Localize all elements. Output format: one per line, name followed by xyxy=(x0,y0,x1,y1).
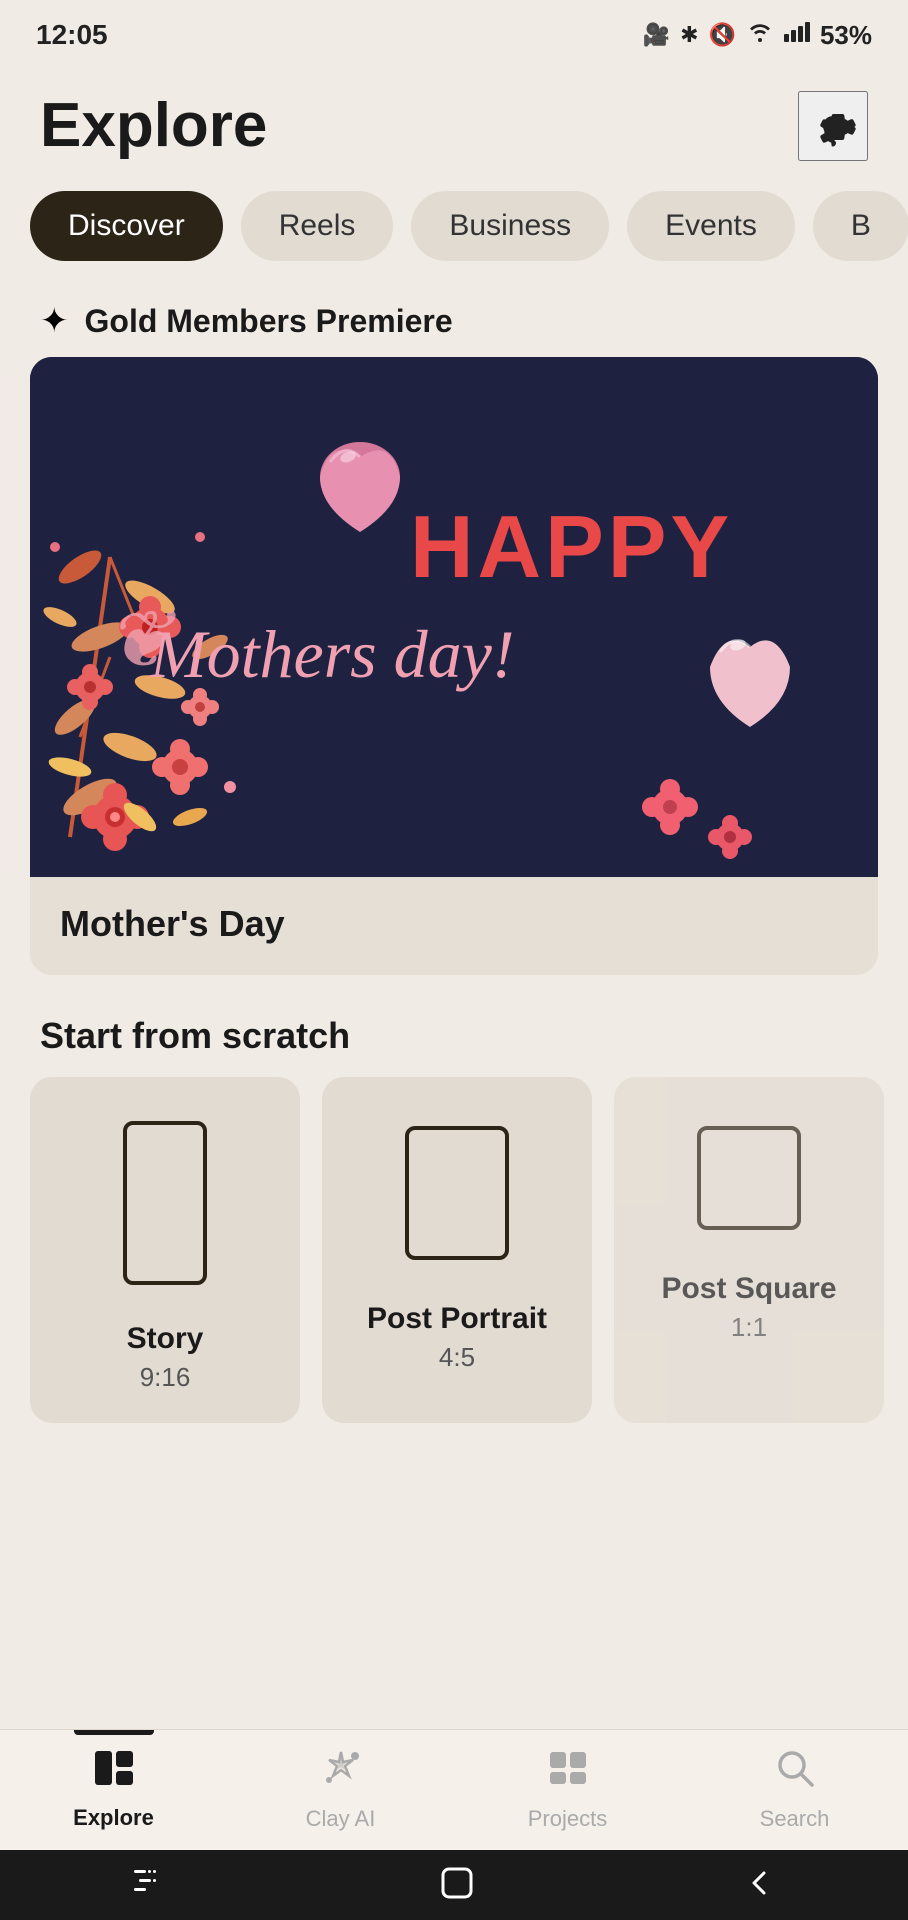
back-button[interactable] xyxy=(744,1868,774,1903)
post-portrait-shape-icon xyxy=(392,1113,522,1278)
projects-nav-icon xyxy=(546,1748,590,1798)
page-title: Explore xyxy=(40,90,267,161)
tab-business[interactable]: Business xyxy=(411,191,609,261)
post-portrait-ratio: 4:5 xyxy=(439,1342,475,1373)
home-button[interactable] xyxy=(439,1865,475,1906)
status-icons: 🎥 ✱ 🔇 53% xyxy=(643,20,872,51)
square-ratio: 1:1 xyxy=(731,1312,767,1343)
battery-text: 53% xyxy=(820,20,872,51)
featured-image: HAPPY Mothers day! ❦ xyxy=(30,357,878,877)
status-bar: 12:05 🎥 ✱ 🔇 53% xyxy=(0,0,908,70)
projects-nav-label: Projects xyxy=(528,1806,607,1832)
mute-icon: 🔇 xyxy=(709,22,736,48)
svg-text:❦: ❦ xyxy=(105,597,176,685)
gold-section-header: ✦ Gold Members Premiere xyxy=(0,281,908,357)
camera-icon: 🎥 xyxy=(643,22,670,48)
story-shape-icon xyxy=(105,1113,225,1298)
story-label: Story xyxy=(127,1322,204,1356)
story-ratio: 9:16 xyxy=(140,1362,191,1393)
wifi-icon xyxy=(746,21,774,49)
scratch-section-title: Start from scratch xyxy=(0,985,908,1077)
nav-item-clay-ai[interactable]: Clay AI xyxy=(227,1730,454,1850)
gold-section-title: Gold Members Premiere xyxy=(85,303,453,340)
nav-item-projects[interactable]: Projects xyxy=(454,1730,681,1850)
category-tabs: Discover Reels Business Events B xyxy=(0,181,908,281)
nav-items-row: Explore Clay AI xyxy=(0,1730,908,1850)
bottom-navigation: Explore Clay AI xyxy=(0,1729,908,1920)
scratch-cards-row: Story 9:16 Post Portrait 4:5 Post Square… xyxy=(0,1077,908,1463)
nav-item-explore[interactable]: Explore xyxy=(0,1730,227,1850)
clay-ai-nav-label: Clay AI xyxy=(306,1806,376,1832)
signal-icon xyxy=(784,22,810,48)
tab-discover[interactable]: Discover xyxy=(30,191,223,261)
page-header: Explore xyxy=(0,70,908,181)
search-nav-label: Search xyxy=(760,1806,830,1832)
clay-ai-nav-icon xyxy=(319,1748,363,1798)
gear-icon xyxy=(807,100,859,152)
settings-button[interactable] xyxy=(798,91,868,161)
search-nav-icon xyxy=(775,1748,815,1798)
explore-nav-label: Explore xyxy=(73,1805,154,1831)
status-time: 12:05 xyxy=(36,19,108,51)
tab-more[interactable]: B xyxy=(813,191,908,261)
explore-nav-icon xyxy=(93,1749,135,1797)
square-label: Post Square xyxy=(661,1272,836,1306)
menu-button[interactable] xyxy=(134,1868,170,1902)
svg-text:Mothers day!: Mothers day! xyxy=(149,616,514,692)
scratch-card-square[interactable]: Post Square 1:1 xyxy=(614,1077,884,1423)
tab-events[interactable]: Events xyxy=(627,191,795,261)
tab-reels[interactable]: Reels xyxy=(241,191,394,261)
scratch-card-post-portrait[interactable]: Post Portrait 4:5 xyxy=(322,1077,592,1423)
bluetooth-icon: ✱ xyxy=(680,22,698,48)
square-shape-icon xyxy=(684,1113,814,1248)
gold-star-icon: ✦ xyxy=(40,301,69,341)
svg-text:HAPPY: HAPPY xyxy=(410,497,733,596)
featured-card[interactable]: HAPPY Mothers day! ❦ Mother's Day xyxy=(30,357,878,975)
post-portrait-label: Post Portrait xyxy=(367,1302,547,1336)
nav-item-search[interactable]: Search xyxy=(681,1730,908,1850)
scratch-card-story[interactable]: Story 9:16 xyxy=(30,1077,300,1423)
system-nav-bar xyxy=(0,1850,908,1920)
featured-card-label: Mother's Day xyxy=(30,877,878,975)
